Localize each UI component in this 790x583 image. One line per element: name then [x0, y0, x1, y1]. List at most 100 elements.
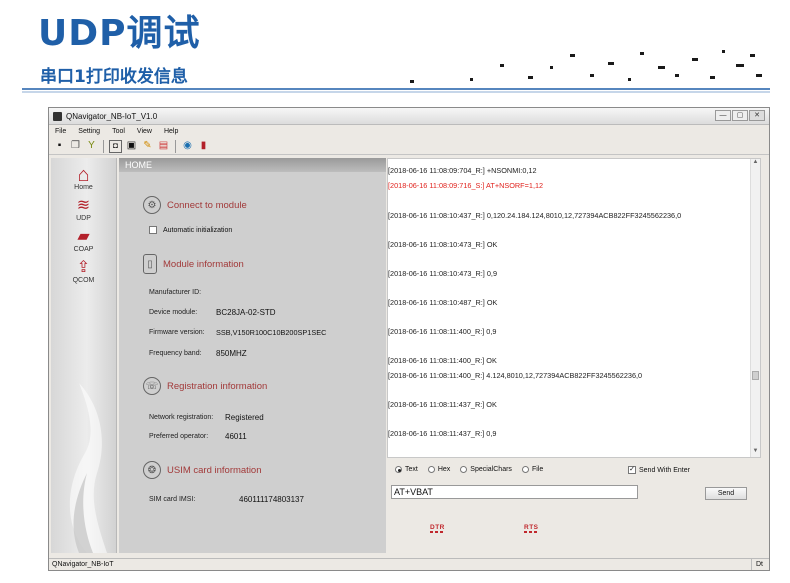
module-section: ▯ Module information	[143, 254, 244, 274]
manufacturer-label: Manufacturer ID:	[149, 289, 202, 296]
log-line: [2018-06-16 11:08:10:473_R:] OK	[388, 240, 498, 249]
operator-value: 46011	[225, 432, 247, 441]
sidebar-item-home[interactable]: ⌂ Home	[51, 164, 116, 191]
connect-section: ⚙ Connect to module	[143, 196, 247, 214]
network-value: Registered	[225, 413, 264, 422]
log-line: [2018-06-16 11:08:11:400_R:] 4.124,8010,…	[388, 371, 643, 380]
mode-text-radio[interactable]: Text	[395, 466, 418, 473]
home-header: HOME	[119, 158, 386, 172]
connect-title: Connect to module	[167, 199, 247, 211]
upload-icon: ⇪	[76, 259, 91, 276]
app-window: QNavigator_NB-IoT_V1.0 — ▢ ✕ File Settin…	[48, 107, 770, 571]
log-scrollbar[interactable]: ▲ ▼	[750, 159, 760, 457]
sidebar-item-coap[interactable]: ▰ COAP	[51, 228, 116, 253]
usim-title: USIM card information	[167, 464, 262, 476]
scroll-down-icon[interactable]: ▼	[751, 448, 760, 457]
send-panel: Text Hex SpecialChars File ✓ Send With E…	[387, 460, 761, 553]
band-row: Frequency band: 850MHZ	[149, 349, 247, 358]
mode-hex-radio[interactable]: Hex	[427, 466, 450, 473]
network-row: Network registration: Registered	[149, 413, 264, 422]
minimize-button[interactable]: —	[715, 110, 731, 121]
status-text: QNavigator_NB-IoT	[52, 561, 114, 568]
stop-icon[interactable]: ▣	[125, 140, 138, 153]
log-line: [2018-06-16 11:08:10:437_R:] 0,120.24.18…	[388, 211, 682, 220]
flame-logo	[69, 383, 107, 553]
home-icon: ⌂	[77, 164, 90, 186]
scroll-thumb[interactable]	[752, 371, 759, 380]
command-input[interactable]: AT+VBAT	[391, 485, 638, 499]
send-with-enter-checkbox[interactable]: ✓ Send With Enter	[628, 466, 690, 474]
menu-file[interactable]: File	[55, 128, 66, 135]
registration-section: ☏ Registration information	[143, 377, 267, 395]
manufacturer-row: Manufacturer ID:	[149, 289, 201, 296]
copy-icon[interactable]: ❐	[69, 140, 82, 153]
chat-icon: ▰	[77, 228, 90, 245]
imsi-row: SIM card IMSI: 460111174803137	[149, 495, 304, 504]
menu-view[interactable]: View	[137, 128, 152, 135]
wifi-icon: ≋	[76, 197, 91, 214]
menu-help[interactable]: Help	[164, 128, 178, 135]
check-icon[interactable]: ✓	[628, 466, 636, 474]
log-output[interactable]: [2018-06-16 11:08:09:704_R:] +NSONMI:0,1…	[387, 158, 761, 458]
send-with-enter-label: Send With Enter	[639, 466, 690, 474]
log-line: [2018-06-16 11:08:09:704_R:] +NSONMI:0,1…	[388, 166, 537, 175]
menu-bar: File Setting Tool View Help	[49, 125, 769, 138]
log-line: [2018-06-16 11:08:11:437_R:] 0,9	[388, 429, 497, 438]
log-line: [2018-06-16 11:08:10:487_R:] OK	[388, 298, 498, 307]
decorative-rule	[22, 88, 770, 93]
document-icon[interactable]: ▤	[157, 140, 170, 153]
log-line: [2018-06-16 11:08:11:400_R:] OK	[388, 356, 497, 365]
menu-tool[interactable]: Tool	[112, 128, 125, 135]
slide-title: UDP调试	[38, 13, 201, 54]
maximize-button[interactable]: ▢	[732, 110, 748, 121]
open-icon[interactable]: ◘	[109, 139, 122, 153]
menu-setting[interactable]: Setting	[78, 128, 100, 135]
module-icon: ▯	[143, 254, 157, 274]
auto-init-label: Automatic initialization	[163, 226, 233, 234]
usim-section: ❂ USIM card information	[143, 461, 262, 479]
book-icon[interactable]: ▮	[197, 140, 210, 153]
clear-icon[interactable]: ✎	[141, 140, 154, 153]
log-line: [2018-06-16 11:08:10:473_R:] 0,9	[388, 269, 497, 278]
gear-icon: ⚙	[143, 196, 161, 214]
slide-subtitle: 串口1打印收发信息	[40, 67, 188, 87]
operator-row: Preferred operator: 46011	[149, 432, 247, 441]
registration-title: Registration information	[167, 380, 268, 392]
sidebar: ⌂ Home ≋ UDP ▰ COAP ⇪ QCOM	[51, 158, 117, 553]
toolbar: ▪ ❐ Y ◘ ▣ ✎ ▤ ◉ ▮	[49, 138, 769, 155]
status-right: Dt	[751, 559, 767, 570]
auto-init-checkbox[interactable]: Automatic initialization	[149, 226, 232, 234]
sidebar-item-label: COAP	[73, 246, 94, 253]
home-panel: HOME ⚙ Connect to module Automatic initi…	[119, 158, 386, 553]
sidebar-item-udp[interactable]: ≋ UDP	[51, 197, 116, 222]
checkbox-box[interactable]	[149, 226, 157, 234]
band-value: 850MHZ	[216, 349, 247, 358]
scroll-up-icon[interactable]: ▲	[751, 159, 760, 168]
app-icon	[53, 111, 62, 121]
mode-file-radio[interactable]: File	[521, 466, 543, 473]
close-button[interactable]: ✕	[749, 110, 765, 121]
save-icon[interactable]: ▪	[53, 140, 66, 153]
firmware-value: SSB,V150R100C10B200SP1SEC	[216, 328, 327, 337]
title-bar[interactable]: QNavigator_NB-IoT_V1.0 — ▢ ✕	[49, 108, 769, 125]
filter-icon[interactable]: Y	[85, 140, 98, 153]
module-title: Module information	[163, 258, 244, 270]
mode-specialchars-radio[interactable]: SpecialChars	[460, 466, 512, 473]
globe-icon[interactable]: ◉	[181, 140, 194, 153]
rts-indicator[interactable]: RTS	[524, 524, 539, 533]
send-button[interactable]: Send	[705, 487, 747, 500]
sidebar-item-label: Home	[74, 184, 93, 191]
device-label: Device module:	[149, 309, 198, 316]
network-label: Network registration:	[149, 414, 214, 421]
imsi-value: 460111174803137	[239, 495, 304, 504]
sidebar-item-label: UDP	[76, 215, 91, 222]
sidebar-item-label: QCOM	[72, 277, 95, 284]
dtr-indicator[interactable]: DTR	[430, 524, 445, 533]
sim-icon: ❂	[143, 461, 161, 479]
log-line: [2018-06-16 11:08:09:716_S:] AT+NSORF=1,…	[388, 181, 544, 190]
operator-label: Preferred operator:	[149, 433, 209, 440]
firmware-row: Firmware version: SSB,V150R100C10B200SP1…	[149, 328, 326, 337]
send-mode-group: Text Hex SpecialChars File	[395, 466, 543, 473]
log-line: [2018-06-16 11:08:11:400_R:] 0,9	[388, 327, 497, 336]
sidebar-item-qcom[interactable]: ⇪ QCOM	[51, 259, 116, 284]
